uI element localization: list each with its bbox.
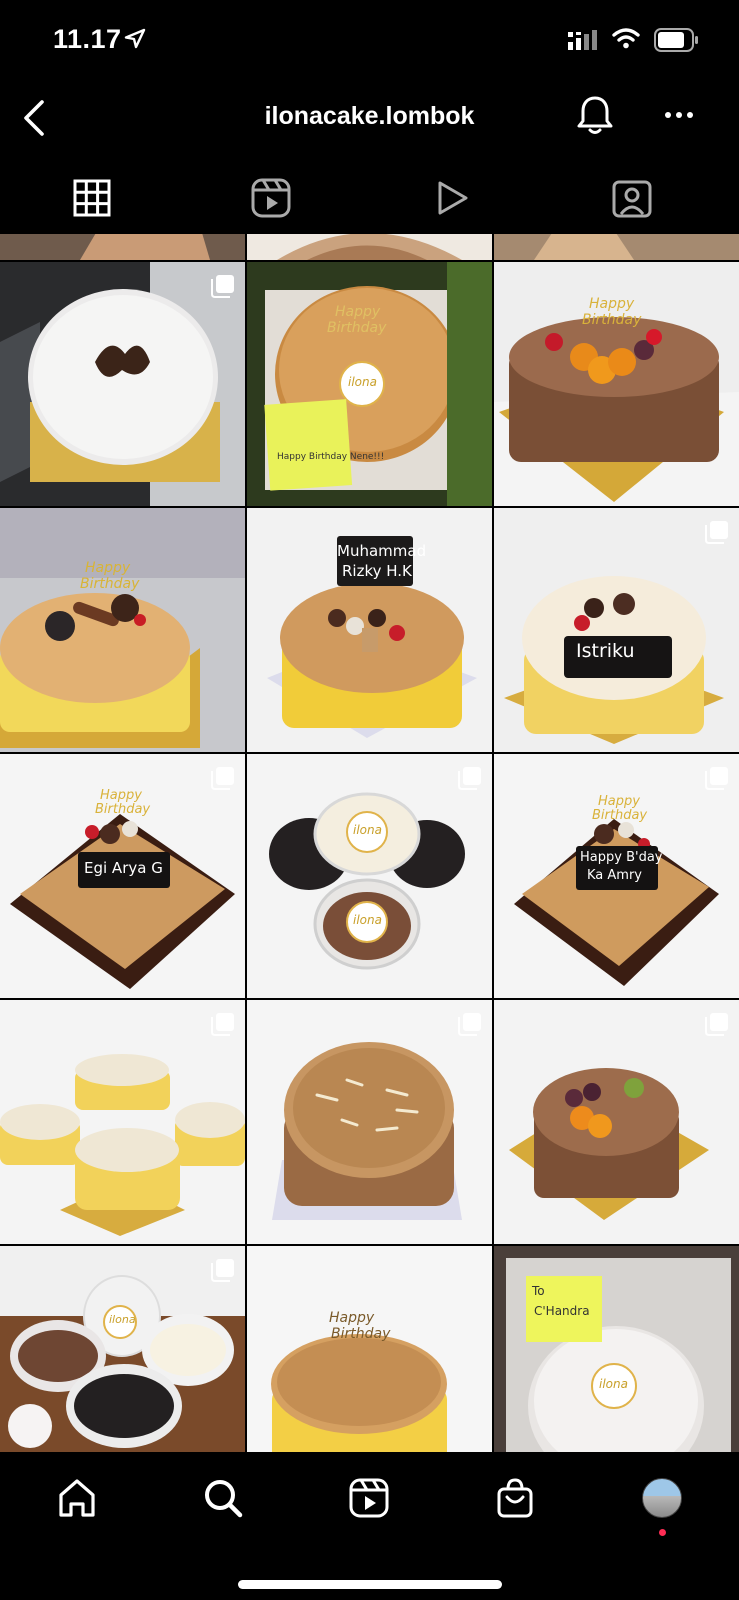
grid-icon: [73, 179, 111, 217]
tile-topper-birthday: Birthday: [80, 576, 140, 592]
post-tile[interactable]: [494, 1000, 739, 1244]
profile-header: ilonacake.lombok: [0, 80, 739, 156]
tile-brand-logo: ilona: [348, 375, 377, 389]
tile-note-text: Happy Birthday Nene!!!: [277, 452, 385, 462]
tile-plaque-line2: Ka Amry: [587, 868, 642, 883]
post-tile[interactable]: Happy B'day Ka Amry Happy Birthday: [494, 754, 739, 998]
tile-note-to: To: [532, 1284, 545, 1298]
notification-dot: [659, 1529, 666, 1536]
tile-topper-happy: Happy: [329, 1310, 375, 1326]
multi-photo-icon: [705, 1013, 728, 1036]
search-icon: [205, 1480, 243, 1518]
wifi-icon: [612, 28, 640, 49]
tile-plaque-line2: Rizky H.K: [342, 562, 412, 580]
post-tile[interactable]: Happy Birthday: [247, 1246, 492, 1452]
home-icon: [59, 1479, 95, 1517]
tile-topper-birthday: Birthday: [592, 808, 648, 823]
tile-brand-logo: ilona: [353, 913, 382, 927]
tile-note-name: C'Handra: [534, 1304, 590, 1318]
profile-avatar: [642, 1478, 682, 1518]
post-tile[interactable]: [247, 234, 492, 260]
reels-icon: [251, 178, 291, 218]
tab-videos[interactable]: [430, 176, 474, 220]
tile-topper-birthday: Birthday: [331, 1326, 391, 1342]
post-tile[interactable]: [0, 1000, 245, 1244]
tile-brand-logo: ilona: [353, 823, 382, 837]
tab-posts-grid[interactable]: [70, 176, 114, 220]
tile-plaque-text: Egi Arya G: [84, 859, 163, 877]
nav-home[interactable]: [53, 1474, 101, 1522]
profile-username: ilonacake.lombok: [264, 102, 475, 130]
reels-icon: [349, 1478, 389, 1518]
post-tile[interactable]: Egi Arya G Happy Birthday: [0, 754, 245, 998]
multi-photo-icon: [705, 521, 728, 544]
post-tile[interactable]: To C'Handra ilona: [494, 1246, 739, 1452]
post-tile[interactable]: [494, 234, 739, 260]
post-tile[interactable]: [0, 262, 245, 506]
battery-icon: [654, 28, 698, 52]
posts-grid: Happy Birthday ilona Happy Birthday Nene…: [0, 234, 739, 1452]
bottom-navigation: [0, 1452, 739, 1600]
profile-tabs: [0, 160, 739, 234]
tile-plaque-text: Istriku: [576, 640, 635, 662]
tile-topper-happy: Happy: [100, 788, 142, 803]
shop-icon: [497, 1478, 533, 1518]
nav-search[interactable]: [199, 1474, 247, 1522]
multi-photo-icon: [211, 1259, 234, 1282]
multi-photo-icon: [211, 1013, 234, 1036]
post-tile[interactable]: ilona: [0, 1246, 245, 1452]
tile-plaque-line1: Muhammad: [337, 542, 427, 560]
tile-topper-happy: Happy: [589, 296, 635, 312]
home-indicator[interactable]: [238, 1580, 502, 1589]
tile-topper-birthday: Birthday: [582, 312, 642, 328]
multi-photo-icon: [211, 767, 234, 790]
tile-topper-birthday: Birthday: [95, 802, 151, 817]
nav-profile[interactable]: [638, 1474, 686, 1522]
post-tile[interactable]: Istriku: [494, 508, 739, 752]
post-tile[interactable]: Happy Birthday ilona Happy Birthday Nene…: [247, 262, 492, 506]
tile-topper-birthday: Birthday: [327, 320, 387, 336]
tile-topper-happy: Happy: [598, 794, 640, 809]
tile-topper-happy: Happy: [335, 304, 381, 320]
tile-brand-logo: ilona: [109, 1313, 136, 1326]
post-tile[interactable]: [0, 234, 245, 260]
tile-plaque-line1: Happy B'day: [580, 850, 663, 865]
tagged-person-icon: [612, 180, 652, 218]
multi-photo-icon: [458, 767, 481, 790]
post-tile[interactable]: Happy Birthday: [494, 262, 739, 506]
post-tile[interactable]: [247, 1000, 492, 1244]
location-arrow-icon: [124, 28, 146, 49]
play-icon: [438, 181, 468, 215]
status-bar: 11.17: [0, 0, 739, 80]
tab-tagged[interactable]: [610, 176, 654, 220]
multi-photo-icon: [705, 767, 728, 790]
multi-photo-icon: [458, 1013, 481, 1036]
post-tile[interactable]: Happy Birthday: [0, 508, 245, 752]
post-tile[interactable]: ilona ilona: [247, 754, 492, 998]
tile-brand-logo: ilona: [599, 1377, 628, 1391]
more-options-icon[interactable]: [664, 110, 694, 120]
signal-icon: [568, 30, 597, 50]
post-tile[interactable]: Muhammad Rizky H.K: [247, 508, 492, 752]
status-time: 11.17: [53, 24, 122, 54]
nav-shop[interactable]: [491, 1474, 539, 1522]
tab-reels[interactable]: [249, 176, 293, 220]
multi-photo-icon: [211, 275, 234, 298]
notification-bell-icon[interactable]: [576, 94, 614, 136]
tile-topper-happy: Happy: [85, 560, 131, 576]
nav-reels[interactable]: [345, 1474, 393, 1522]
